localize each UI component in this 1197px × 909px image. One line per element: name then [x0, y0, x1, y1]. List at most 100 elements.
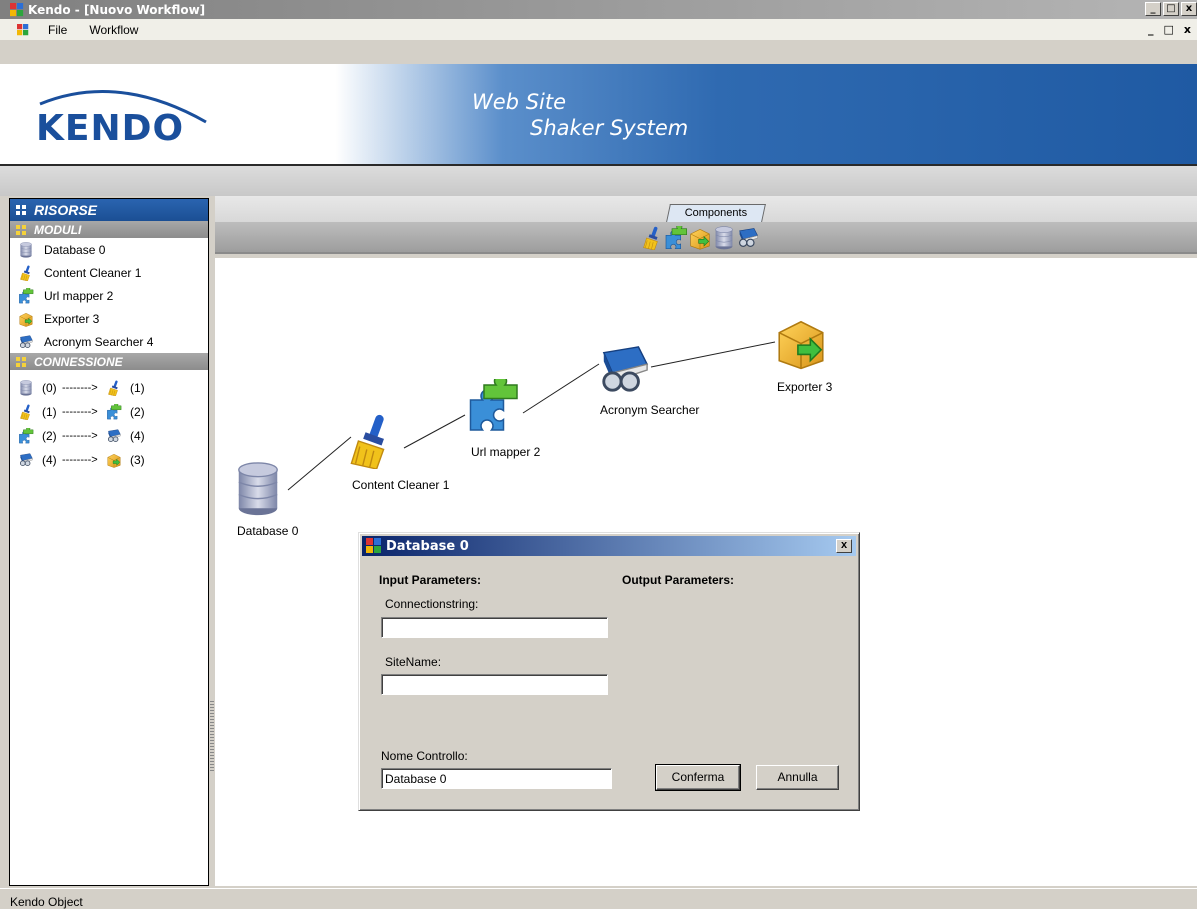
menu-file[interactable]: File	[44, 21, 71, 39]
minimize-button[interactable]: _	[1145, 2, 1161, 16]
connections-list: (0) --------> (1) (1) --------> (2) (2) …	[10, 370, 208, 472]
book-binoculars-icon	[602, 345, 649, 392]
puzzle-icon	[18, 288, 34, 304]
connection-to: (2)	[130, 405, 145, 419]
status-text: Kendo Object	[10, 895, 83, 909]
acronym-searcher-node[interactable]	[602, 345, 649, 392]
module-item-content-cleaner[interactable]: Content Cleaner 1	[10, 261, 208, 284]
database-dialog: Database 0 x Input Parameters: Output Pa…	[358, 532, 860, 811]
connectionstring-label: Connectionstring:	[385, 597, 479, 611]
sitename-label: SiteName:	[385, 655, 442, 669]
dialog-titlebar[interactable]: Database 0 x	[362, 536, 856, 556]
confirm-button[interactable]: Conferma	[655, 764, 741, 791]
box-export-icon	[106, 452, 122, 468]
database-icon	[18, 242, 34, 258]
kendo-logo: KENDO	[36, 90, 207, 148]
resources-header: RISORSE	[10, 199, 208, 221]
maximize-button[interactable]: □	[1163, 2, 1179, 16]
content-cleaner-node[interactable]	[350, 413, 386, 469]
connectionstring-input[interactable]	[381, 617, 608, 638]
tab-components[interactable]: Components	[666, 204, 766, 222]
database-icon	[238, 462, 278, 516]
connections-header[interactable]: CONNESSIONE	[10, 353, 208, 370]
cancel-button[interactable]: Annulla	[756, 765, 839, 790]
output-parameters-heading: Output Parameters:	[622, 573, 735, 587]
sitename-input[interactable]	[381, 674, 608, 695]
module-label: Exporter 3	[44, 311, 100, 326]
splitter-grip[interactable]	[210, 701, 214, 771]
connection-from: (2)	[42, 429, 57, 443]
dialog-title: Database 0	[386, 538, 469, 554]
mdi-restore-button[interactable]: □	[1163, 23, 1173, 36]
window-controls: _ □ x	[1145, 2, 1197, 16]
module-label: Content Cleaner 1	[44, 265, 142, 280]
mdi-controls: _ □ x	[1148, 23, 1191, 36]
book-binoculars-icon[interactable]	[736, 226, 760, 250]
connection-from: (0)	[42, 381, 57, 395]
box-export-icon	[18, 311, 34, 327]
module-item-database[interactable]: Database 0	[10, 238, 208, 261]
exporter-node-label: Exporter 3	[777, 380, 833, 394]
connection-line	[650, 341, 776, 368]
module-label: Acronym Searcher 4	[44, 334, 154, 349]
broom-icon	[350, 413, 386, 469]
connection-from: (1)	[42, 405, 57, 419]
components-icon-group	[640, 226, 760, 250]
exporter-node[interactable]	[778, 320, 824, 370]
app-icon	[366, 538, 382, 554]
menu-workflow[interactable]: Workflow	[85, 21, 142, 39]
broom-icon[interactable]	[640, 226, 664, 250]
connection-arrow: -------->	[62, 430, 98, 442]
slogan-line-2: Shaker System	[530, 116, 689, 140]
status-bar: Kendo Object	[0, 888, 1197, 909]
module-item-exporter[interactable]: Exporter 3	[10, 307, 208, 330]
database-icon	[18, 380, 34, 396]
box-export-icon	[778, 320, 824, 370]
mdi-child-icon[interactable]	[16, 24, 30, 36]
connection-item[interactable]: (4) --------> (3)	[10, 448, 208, 472]
nome-controllo-label: Nome Controllo:	[381, 749, 468, 763]
book-binoculars-icon	[18, 452, 34, 468]
url-mapper-node[interactable]	[469, 375, 518, 431]
database-node-label: Database 0	[237, 524, 299, 538]
database-icon[interactable]	[712, 226, 736, 250]
nome-controllo-input[interactable]	[381, 768, 612, 789]
puzzle-icon[interactable]	[664, 226, 688, 250]
connection-item[interactable]: (2) --------> (4)	[10, 424, 208, 448]
mdi-close-button[interactable]: x	[1184, 23, 1191, 36]
box-export-icon[interactable]	[688, 226, 712, 250]
resources-title: RISORSE	[34, 202, 98, 218]
connection-to: (4)	[130, 429, 145, 443]
modules-title: MODULI	[34, 222, 82, 237]
module-item-acronym-searcher[interactable]: Acronym Searcher 4	[10, 330, 208, 353]
grip-icon	[16, 205, 26, 215]
modules-list: Database 0 Content Cleaner 1 Url mapper …	[10, 238, 208, 353]
logo-text: KENDO	[36, 108, 184, 148]
dialog-close-button[interactable]: x	[836, 539, 852, 553]
connection-line	[522, 363, 600, 414]
connections-title: CONNESSIONE	[34, 354, 123, 369]
connection-item[interactable]: (1) --------> (2)	[10, 400, 208, 424]
content-cleaner-node-label: Content Cleaner 1	[352, 478, 450, 492]
connection-line	[403, 414, 466, 449]
puzzle-icon	[106, 404, 122, 420]
input-parameters-heading: Input Parameters:	[379, 573, 482, 587]
components-tabbar: Components	[215, 196, 1197, 222]
header-banner: KENDO Web Site Shaker System	[0, 64, 1197, 166]
book-binoculars-icon	[106, 428, 122, 444]
app-icon	[10, 3, 24, 17]
connection-arrow: -------->	[62, 454, 98, 466]
database-node[interactable]	[238, 462, 278, 516]
window-titlebar: Kendo - [Nuovo Workflow] _ □ x	[0, 0, 1197, 19]
grip-icon	[16, 225, 26, 235]
connection-line	[287, 436, 352, 491]
book-binoculars-icon	[18, 334, 34, 350]
module-item-url-mapper[interactable]: Url mapper 2	[10, 284, 208, 307]
menu-bar: File Workflow _ □ x	[0, 19, 1197, 40]
modules-header[interactable]: MODULI	[10, 221, 208, 238]
connection-item[interactable]: (0) --------> (1)	[10, 376, 208, 400]
close-button[interactable]: x	[1181, 2, 1197, 16]
mdi-minimize-button[interactable]: _	[1148, 23, 1154, 36]
components-toolbar	[215, 222, 1197, 254]
slogan-line-1: Web Site	[472, 90, 567, 114]
